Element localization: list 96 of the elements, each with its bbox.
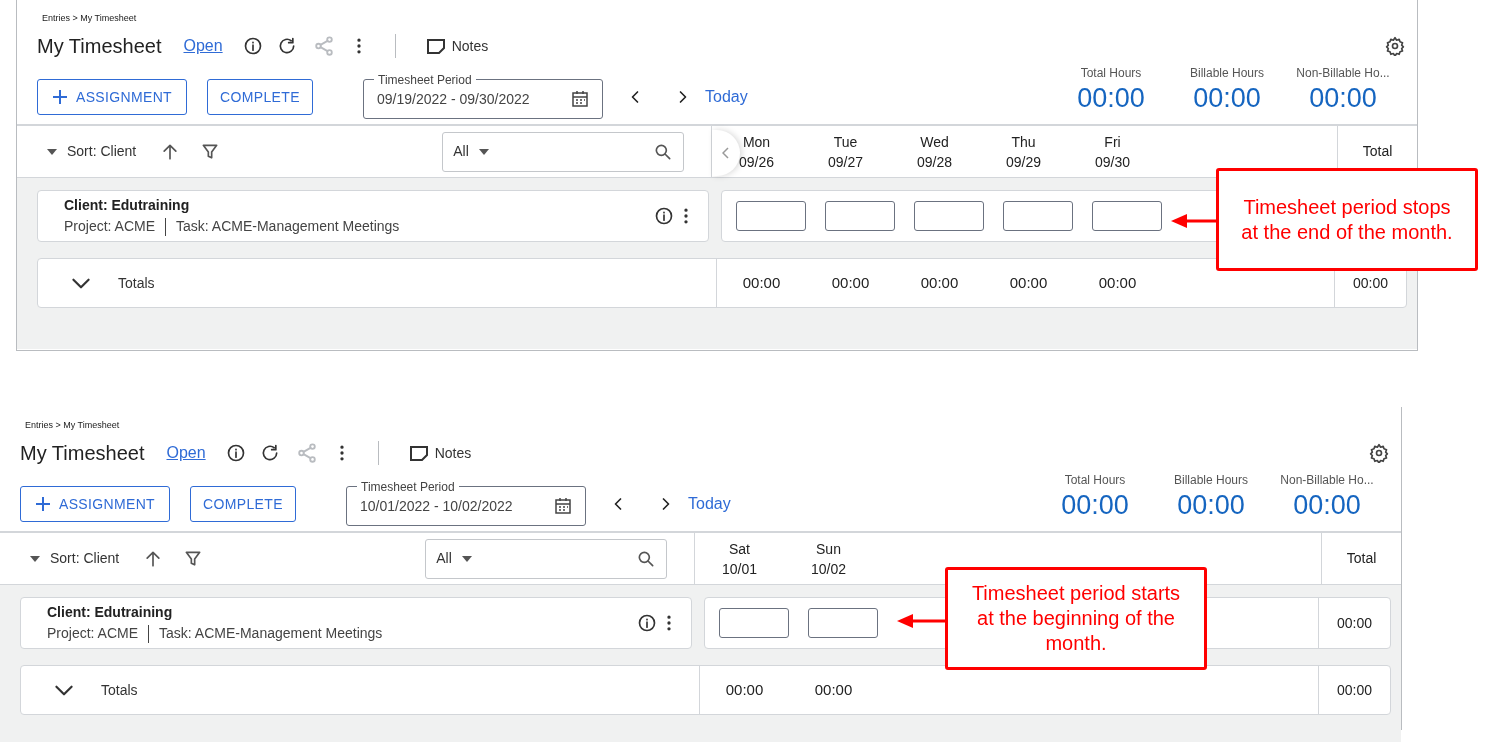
caret-icon[interactable] xyxy=(30,555,40,562)
notes-button[interactable]: Notes xyxy=(408,442,472,464)
day-total: 00:00 xyxy=(1009,272,1048,293)
day-name: Sun xyxy=(816,539,841,559)
hours-input[interactable] xyxy=(824,201,895,231)
task-name: Task: ACME-Management Meetings xyxy=(176,217,400,236)
stat-label: Total Hours xyxy=(1080,65,1142,82)
stat-label: Billable Hours xyxy=(1173,472,1248,489)
day-name: Sat xyxy=(729,539,750,559)
day-date: 09/28 xyxy=(916,152,952,172)
day-total: 00:00 xyxy=(920,272,959,293)
hours-input[interactable] xyxy=(735,201,806,231)
day-total: 00:00 xyxy=(831,272,870,293)
row-total: 00:00 xyxy=(1336,613,1372,633)
calendar-icon[interactable] xyxy=(554,497,572,515)
hours-input[interactable] xyxy=(913,201,984,231)
notes-button[interactable]: Notes xyxy=(425,35,489,57)
stat-value: 00:00 xyxy=(1193,82,1261,114)
day-date: 09/29 xyxy=(1005,152,1041,172)
stat-value: 00:00 xyxy=(1293,489,1361,521)
filter-value: All xyxy=(453,142,469,161)
arrow xyxy=(1171,213,1219,229)
day-name: Mon xyxy=(742,132,771,152)
stat-value: 00:00 xyxy=(1309,82,1377,114)
project-name: Project: ACME xyxy=(64,217,156,236)
breadcrumb: Entries > My Timesheet xyxy=(42,13,137,23)
add-assignment-button[interactable]: ASSIGNMENT xyxy=(20,486,170,522)
status-link[interactable]: Open xyxy=(183,34,223,58)
info-icon[interactable] xyxy=(637,613,657,633)
day-name: Thu xyxy=(1011,132,1036,152)
total-header: Total xyxy=(1346,549,1377,568)
day-date: 09/27 xyxy=(827,152,863,172)
info-icon[interactable] xyxy=(242,36,263,56)
plus-icon xyxy=(51,89,68,105)
sort-label[interactable]: Sort: Client xyxy=(50,548,120,569)
period-value: 09/19/2022 - 09/30/2022 xyxy=(377,89,531,109)
period-value: 10/01/2022 - 10/02/2022 xyxy=(360,496,514,516)
day-date: 10/02 xyxy=(810,559,846,579)
stat-label: Non-Billable Ho... xyxy=(1280,472,1374,489)
caret-icon xyxy=(461,555,472,562)
calendar-icon[interactable] xyxy=(571,90,589,108)
totals-label: Totals xyxy=(118,273,155,293)
stat-value: 00:00 xyxy=(1177,489,1245,521)
callout: Timesheet period stops at the end of the month. xyxy=(1216,168,1478,271)
caret-icon xyxy=(478,148,489,155)
day-name: Tue xyxy=(833,132,858,152)
sort-label[interactable]: Sort: Client xyxy=(67,141,137,162)
day-total: 00:00 xyxy=(1098,272,1137,293)
task-name: Task: ACME-Management Meetings xyxy=(159,624,383,643)
stat-value: 00:00 xyxy=(1077,82,1145,114)
hours-input[interactable] xyxy=(1091,201,1162,231)
arrow xyxy=(897,613,945,629)
today-link[interactable]: Today xyxy=(705,85,748,109)
info-icon[interactable] xyxy=(654,206,674,226)
total-header: Total xyxy=(1362,142,1393,161)
filter-dropdown[interactable]: All xyxy=(425,538,668,579)
client-name: Client: Edutraining xyxy=(47,603,174,622)
day-date: 09/26 xyxy=(738,152,774,172)
stat-label: Billable Hours xyxy=(1189,65,1264,82)
info-icon[interactable] xyxy=(225,443,246,463)
filter-value: All xyxy=(436,549,452,568)
day-total: 00:00 xyxy=(725,679,764,700)
complete-button[interactable]: COMPLETE xyxy=(190,486,296,522)
hours-input[interactable] xyxy=(718,608,789,638)
add-assignment-button[interactable]: ASSIGNMENT xyxy=(37,79,187,115)
chevron-left-icon xyxy=(722,147,730,159)
today-link[interactable]: Today xyxy=(688,492,731,516)
note-icon xyxy=(408,445,429,461)
stat-label: Total Hours xyxy=(1064,472,1126,489)
filter-dropdown[interactable]: All xyxy=(442,131,685,172)
day-name: Fri xyxy=(1104,132,1121,152)
day-date: 10/01 xyxy=(721,559,757,579)
note-icon xyxy=(425,38,446,54)
client-name: Client: Edutraining xyxy=(64,196,191,215)
settings-icon[interactable] xyxy=(1385,36,1405,56)
caret-icon[interactable] xyxy=(47,148,57,155)
stat-value: 00:00 xyxy=(1061,489,1129,521)
settings-icon[interactable] xyxy=(1369,443,1389,463)
callout: Timesheet period starts at the beginning of the month. xyxy=(945,567,1207,670)
status-link[interactable]: Open xyxy=(166,441,206,465)
breadcrumb: Entries > My Timesheet xyxy=(25,420,120,430)
grand-total: 00:00 xyxy=(1336,680,1372,700)
hours-input[interactable] xyxy=(807,608,878,638)
stat-label: Non-Billable Ho... xyxy=(1296,65,1390,82)
hours-input[interactable] xyxy=(1002,201,1073,231)
grand-total: 00:00 xyxy=(1352,273,1388,293)
day-total: 00:00 xyxy=(814,679,853,700)
day-total: 00:00 xyxy=(742,272,781,293)
page-title: My Timesheet xyxy=(37,34,162,59)
day-name: Wed xyxy=(920,132,949,152)
page-title: My Timesheet xyxy=(20,441,145,466)
project-name: Project: ACME xyxy=(47,624,139,643)
day-date: 09/30 xyxy=(1094,152,1130,172)
plus-icon xyxy=(34,496,51,512)
complete-button[interactable]: COMPLETE xyxy=(207,79,313,115)
totals-label: Totals xyxy=(101,680,138,700)
